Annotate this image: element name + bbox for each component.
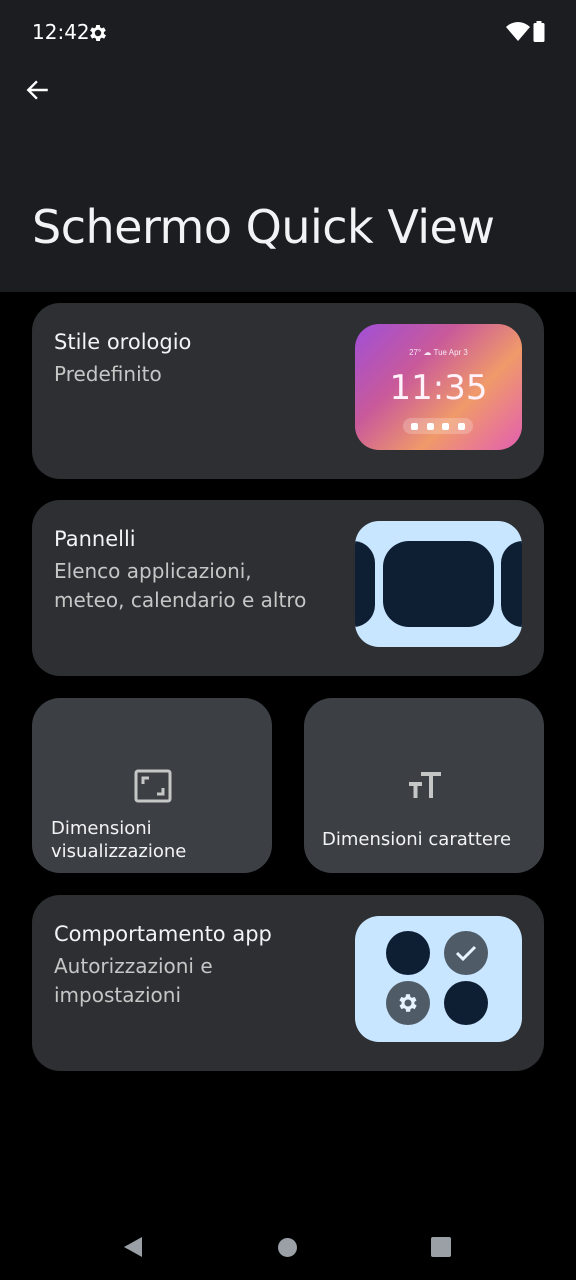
clock-style-value: Predefinito xyxy=(54,362,162,386)
gear-icon xyxy=(90,25,106,41)
status-time: 12:42 xyxy=(32,20,90,44)
panels-title: Pannelli xyxy=(54,527,136,551)
font-size-card[interactable]: Dimensioni carattere xyxy=(304,698,544,873)
back-button[interactable] xyxy=(18,70,58,110)
circle-home-icon[interactable] xyxy=(277,1237,298,1258)
settings-icon xyxy=(386,981,430,1025)
display-size-label: Dimensioni visualizzazione xyxy=(51,818,187,862)
svg-text:6: 6 xyxy=(523,24,527,31)
check-icon xyxy=(444,931,488,975)
panels-description: Elenco applicazioni, meteo, calendario e… xyxy=(54,559,307,612)
panels-preview xyxy=(355,521,522,647)
clock-style-card[interactable]: Stile orologio Predefinito 27° ☁ Tue Apr… xyxy=(32,303,544,479)
app-behavior-description: Autorizzazioni e impostazioni xyxy=(54,954,213,1007)
text-size-icon xyxy=(409,772,441,798)
clock-style-preview: 27° ☁ Tue Apr 3 11:35 xyxy=(355,324,522,450)
arrow-back-icon xyxy=(26,80,48,100)
page-title: Schermo Quick View xyxy=(32,200,495,254)
wifi-icon: 6 xyxy=(506,22,530,41)
clock-style-title: Stile orologio xyxy=(54,330,192,354)
panels-card[interactable]: Pannelli Elenco applicazioni, meteo, cal… xyxy=(32,500,544,676)
battery-icon xyxy=(533,21,545,42)
square-recents-icon[interactable] xyxy=(431,1237,451,1257)
preview-notification-icons xyxy=(403,418,473,434)
preview-date: 27° ☁ Tue Apr 3 xyxy=(409,348,468,357)
top-app-bar: 12:42 6 Schermo Quick View xyxy=(0,0,576,292)
app-behavior-card[interactable]: Comportamento app Autorizzazioni e impos… xyxy=(32,895,544,1071)
font-size-label: Dimensioni carattere xyxy=(322,829,512,850)
app-behavior-title: Comportamento app xyxy=(54,922,272,946)
aspect-ratio-icon xyxy=(134,769,172,803)
preview-clock: 11:35 xyxy=(389,368,488,408)
app-behavior-preview xyxy=(355,916,522,1042)
display-size-card[interactable]: Dimensioni visualizzazione xyxy=(32,698,272,873)
triangle-back-icon[interactable] xyxy=(122,1236,144,1258)
